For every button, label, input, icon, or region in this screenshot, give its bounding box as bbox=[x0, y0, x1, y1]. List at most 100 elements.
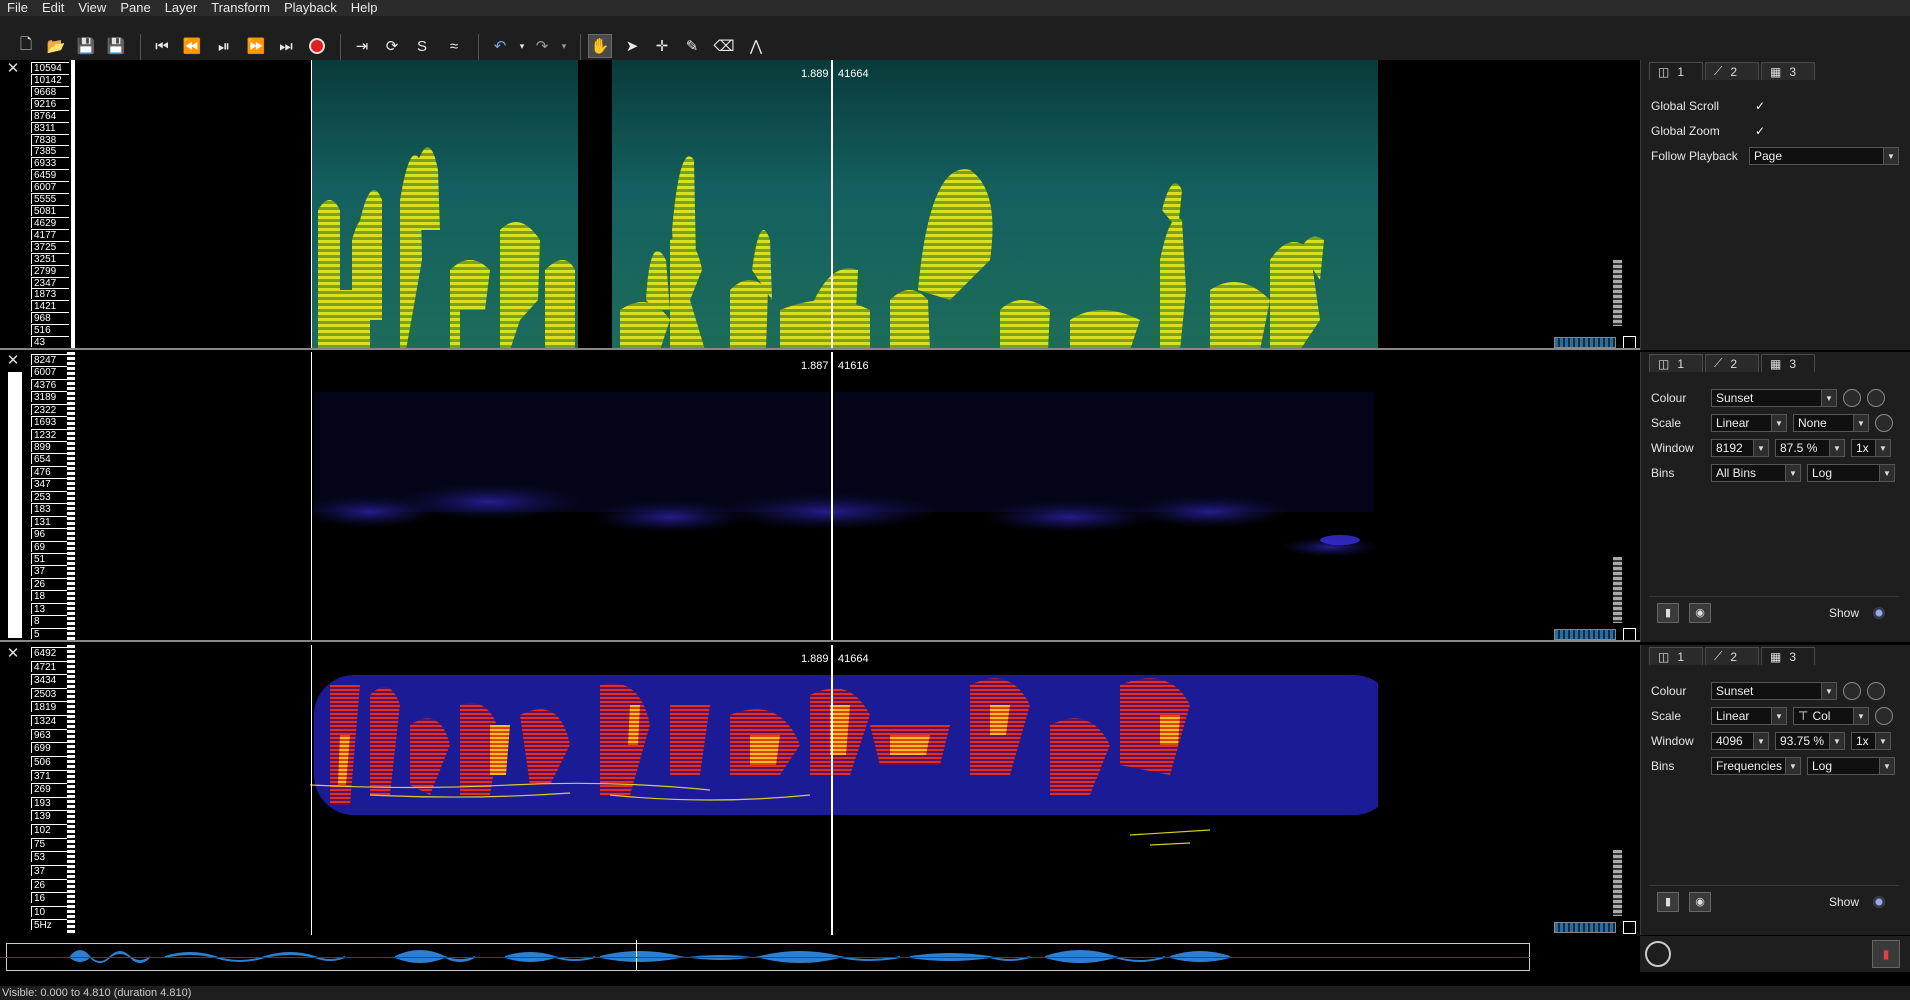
bins-scale-select[interactable]: Log ▼ bbox=[1807, 757, 1895, 775]
layer-colour-icon[interactable]: ▮ bbox=[1657, 603, 1679, 623]
undo-icon[interactable]: ↶ bbox=[488, 34, 512, 58]
scale-label: Scale bbox=[1651, 709, 1682, 723]
tab-2[interactable]: ⟋ 2 bbox=[1705, 647, 1759, 665]
record-icon[interactable] bbox=[305, 34, 329, 58]
menu-pane[interactable]: Pane bbox=[113, 0, 157, 16]
audio-level-icon[interactable]: ▮ bbox=[1872, 940, 1900, 968]
horizontal-zoom-slider[interactable] bbox=[1554, 922, 1616, 933]
layer-colour-icon[interactable]: ▮ bbox=[1657, 892, 1679, 912]
normalize-icon[interactable]: ≈ bbox=[442, 34, 466, 58]
scale-tick-label: 6007 bbox=[31, 181, 69, 193]
new-icon[interactable]: 🗋 bbox=[14, 34, 38, 58]
overview-waveform[interactable] bbox=[0, 936, 1640, 972]
close-pane-icon[interactable]: ✕ bbox=[6, 353, 20, 368]
layer-play-icon[interactable]: ◉ bbox=[1689, 892, 1711, 912]
bins-select[interactable]: Frequencies ▼ bbox=[1711, 757, 1801, 775]
colour-select[interactable]: Sunset ▼ bbox=[1711, 389, 1837, 407]
bins-select[interactable]: All Bins ▼ bbox=[1711, 464, 1801, 482]
edit-tool-icon[interactable]: ✛ bbox=[650, 34, 674, 58]
global-zoom-checkbox[interactable]: ✓ bbox=[1755, 125, 1767, 137]
spectrogram-view[interactable] bbox=[309, 645, 1394, 935]
tab-2[interactable]: ⟋ 2 bbox=[1705, 354, 1759, 372]
playhead-cursor[interactable] bbox=[831, 352, 833, 642]
spectrogram-view[interactable] bbox=[310, 60, 1380, 350]
tab-3[interactable]: ▦ 3 bbox=[1761, 62, 1815, 80]
rewind-icon[interactable]: ⏪ bbox=[180, 34, 204, 58]
redo-icon[interactable]: ↷ bbox=[530, 34, 554, 58]
colour-rotation-dial-icon[interactable] bbox=[1867, 389, 1885, 407]
play-pause-icon[interactable]: ⏯ bbox=[212, 34, 236, 58]
vertical-zoom-slider[interactable] bbox=[1613, 557, 1622, 623]
menu-help[interactable]: Help bbox=[344, 0, 385, 16]
navigate-tool-icon[interactable]: ✋ bbox=[588, 34, 612, 58]
oversample-select[interactable]: 1x ▼ bbox=[1851, 732, 1891, 750]
fast-forward-icon[interactable]: ⏩ bbox=[244, 34, 268, 58]
show-toggle[interactable] bbox=[1873, 896, 1885, 908]
scale-tick-label: 1819 bbox=[31, 701, 69, 713]
scale-select[interactable]: Linear ▼ bbox=[1711, 414, 1787, 432]
play-selection-icon[interactable]: ⇥ bbox=[350, 34, 374, 58]
save-icon[interactable]: 💾 bbox=[74, 34, 98, 58]
follow-playback-select[interactable]: Page ▼ bbox=[1749, 147, 1899, 165]
close-pane-icon[interactable]: ✕ bbox=[6, 61, 20, 76]
tab-3[interactable]: ▦ 3 bbox=[1761, 354, 1815, 372]
open-icon[interactable]: 📂 bbox=[44, 34, 68, 58]
menu-file[interactable]: File bbox=[0, 0, 35, 16]
pane-3[interactable]: ✕ 6492 4721 3434 2503 1819 1324 963 699 506 371 26… bbox=[0, 645, 1640, 935]
gain-dial-icon[interactable] bbox=[1843, 389, 1861, 407]
playhead-cursor[interactable] bbox=[831, 60, 833, 350]
combo-value: 1x bbox=[1856, 441, 1869, 455]
tab-1[interactable]: ◫ 1 bbox=[1649, 647, 1703, 665]
select-tool-icon[interactable]: ➤ bbox=[620, 34, 644, 58]
tab-1[interactable]: ◫ 1 bbox=[1649, 354, 1703, 372]
menu-edit[interactable]: Edit bbox=[35, 0, 71, 16]
zoom-reset-box[interactable] bbox=[1623, 921, 1636, 934]
overlap-select[interactable]: 93.75 % ▼ bbox=[1775, 732, 1845, 750]
global-scroll-checkbox[interactable]: ✓ bbox=[1755, 100, 1767, 112]
bins-scale-select[interactable]: Log ▼ bbox=[1807, 464, 1895, 482]
window-label: Window bbox=[1651, 734, 1694, 748]
vertical-zoom-slider[interactable] bbox=[1613, 850, 1622, 916]
vertical-zoom-slider[interactable] bbox=[1613, 260, 1622, 326]
draw-tool-icon[interactable]: ✎ bbox=[680, 34, 704, 58]
normalize-select[interactable]: None ▼ bbox=[1793, 414, 1869, 432]
menu-view[interactable]: View bbox=[71, 0, 113, 16]
playhead-cursor[interactable] bbox=[831, 645, 833, 935]
menu-transform[interactable]: Transform bbox=[204, 0, 277, 16]
menu-playback[interactable]: Playback bbox=[277, 0, 344, 16]
window-size-select[interactable]: 8192 ▼ bbox=[1711, 439, 1769, 457]
tab-3[interactable]: ▦ 3 bbox=[1761, 647, 1815, 665]
colour-rotation-dial-icon[interactable] bbox=[1867, 682, 1885, 700]
tab-1[interactable]: ◫ 1 bbox=[1649, 62, 1703, 80]
menu-layer[interactable]: Layer bbox=[158, 0, 205, 16]
rewind-start-icon[interactable]: ⏮ bbox=[150, 34, 174, 58]
window-size-select[interactable]: 4096 ▼ bbox=[1711, 732, 1769, 750]
measure-tool-icon[interactable]: ⋀ bbox=[744, 34, 768, 58]
layer-play-icon[interactable]: ◉ bbox=[1689, 603, 1711, 623]
show-toggle[interactable] bbox=[1873, 607, 1885, 619]
oversample-select[interactable]: 1x ▼ bbox=[1851, 439, 1891, 457]
fast-forward-end-icon[interactable]: ⏭ bbox=[274, 34, 298, 58]
spectrogram-view[interactable] bbox=[300, 352, 1380, 642]
threshold-dial-icon[interactable] bbox=[1875, 707, 1893, 725]
playback-speed-dial-icon[interactable] bbox=[1645, 941, 1671, 967]
pane-2[interactable]: ✕ 8247 6007 4376 3189 2322 1693 1232 899 654 476 3… bbox=[0, 352, 1640, 642]
pane-divider[interactable] bbox=[0, 348, 1640, 350]
solo-icon[interactable]: S bbox=[410, 34, 434, 58]
pane-divider[interactable] bbox=[0, 640, 1640, 642]
tab-2[interactable]: ⟋ 2 bbox=[1705, 62, 1759, 80]
colour-select[interactable]: Sunset ▼ bbox=[1711, 682, 1837, 700]
save-as-icon[interactable]: 💾 bbox=[104, 34, 128, 58]
erase-tool-icon[interactable]: ⌫ bbox=[712, 34, 736, 58]
gain-dial-icon[interactable] bbox=[1843, 682, 1861, 700]
redo-menu-icon[interactable]: ▾ bbox=[552, 34, 576, 58]
horizontal-zoom-slider[interactable] bbox=[1554, 629, 1616, 640]
loop-icon[interactable]: ⟳ bbox=[380, 34, 404, 58]
normalize-select[interactable]: ⊤ Col ▼ bbox=[1793, 707, 1869, 725]
scale-select[interactable]: Linear ▼ bbox=[1711, 707, 1787, 725]
pane-1[interactable]: ✕ 10594 10142 9668 9216 8764 8311 7838 7385 6933… bbox=[0, 60, 1640, 350]
horizontal-zoom-slider[interactable] bbox=[1554, 337, 1616, 348]
overlap-select[interactable]: 87.5 % ▼ bbox=[1775, 439, 1845, 457]
threshold-dial-icon[interactable] bbox=[1875, 414, 1893, 432]
close-pane-icon[interactable]: ✕ bbox=[6, 646, 20, 661]
